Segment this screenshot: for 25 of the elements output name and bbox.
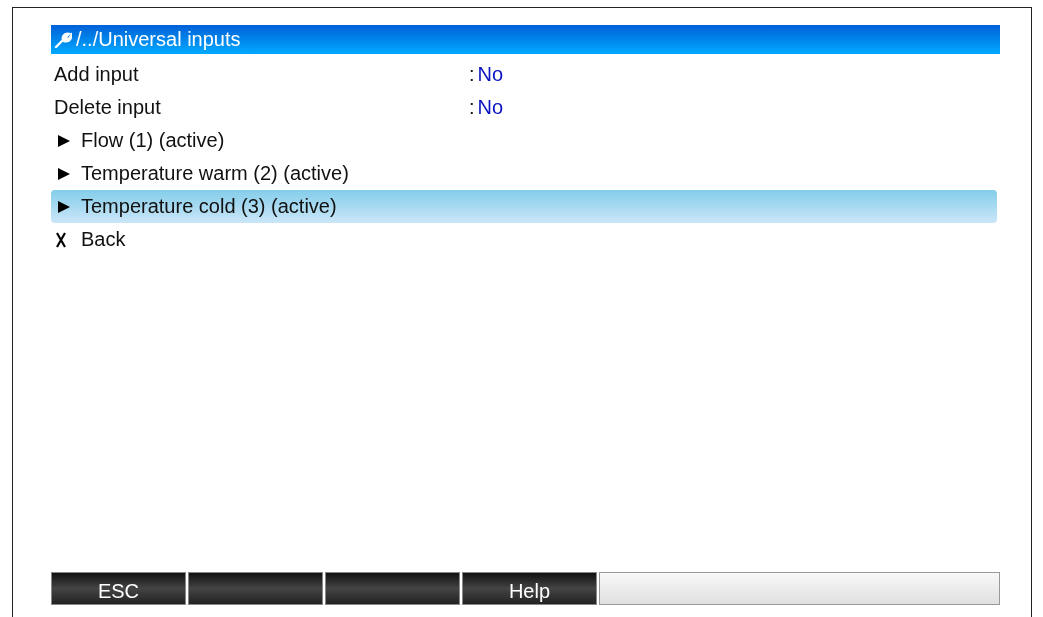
triangle-right-icon <box>57 199 71 214</box>
softkey-button[interactable]: Help <box>462 572 597 605</box>
setting-label: Add input <box>54 63 140 86</box>
menu-row[interactable]: Delete input :No <box>51 91 997 124</box>
menu-row[interactable]: Temperature cold (3) (active) <box>51 190 997 223</box>
separator-colon: : <box>469 63 475 86</box>
breadcrumb-path: /../Universal inputs <box>76 28 241 51</box>
menu-row[interactable]: Temperature warm (2) (active) <box>51 157 997 190</box>
back-label: Back <box>81 228 126 251</box>
separator-colon: : <box>469 96 475 119</box>
setting-value: No <box>477 63 504 86</box>
softkey-button[interactable] <box>188 572 323 605</box>
submenu-label: Flow (1) (active) <box>81 129 225 152</box>
triangle-right-icon <box>57 166 71 181</box>
softkey-button[interactable] <box>325 572 460 605</box>
menu-row[interactable]: Add input :No <box>51 58 997 91</box>
softkey-button[interactable]: ESC <box>51 572 186 605</box>
submenu-label: Temperature cold (3) (active) <box>81 195 337 218</box>
menu-row[interactable]: Back <box>51 223 997 256</box>
setting-label: Delete input <box>54 96 162 119</box>
cross-icon <box>54 231 68 248</box>
setting-value: No <box>477 96 504 119</box>
triangle-right-icon <box>57 133 71 148</box>
menu-row[interactable]: Flow (1) (active) <box>51 124 997 157</box>
submenu-label: Temperature warm (2) (active) <box>81 162 349 185</box>
